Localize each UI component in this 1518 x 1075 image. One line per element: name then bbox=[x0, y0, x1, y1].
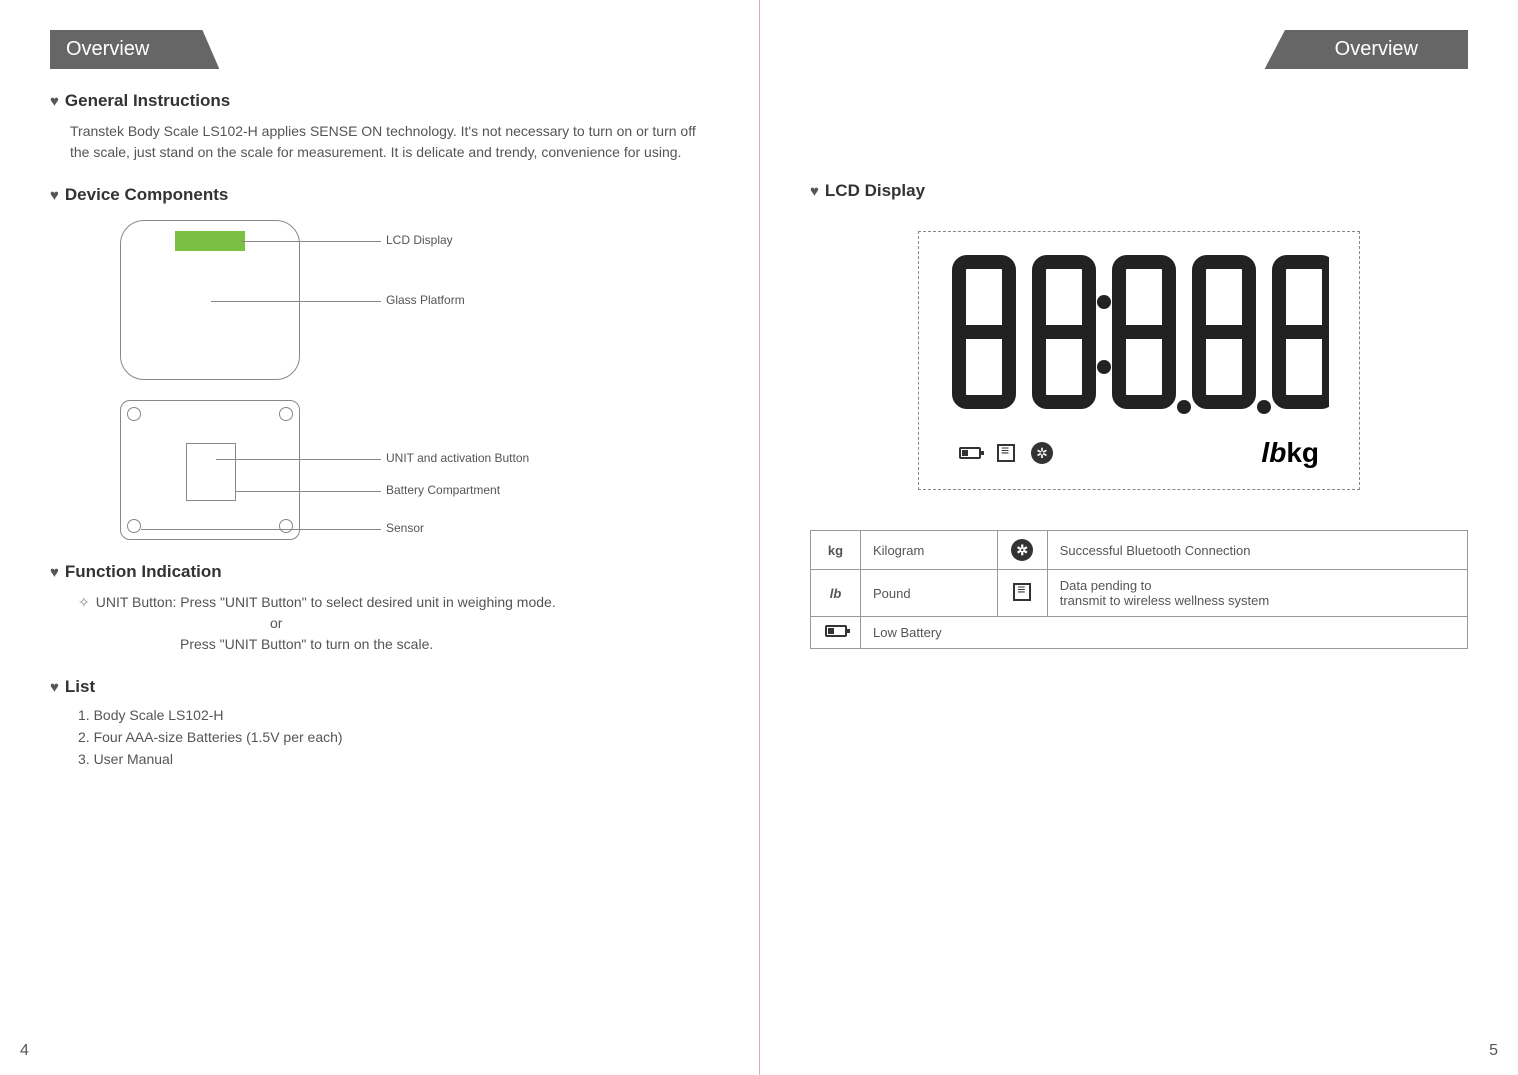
callout-unit-button: UNIT and activation Button bbox=[386, 451, 529, 465]
foot-icon bbox=[127, 407, 141, 421]
unit-lb-label: lb bbox=[1261, 437, 1286, 468]
data-pending-icon bbox=[1013, 583, 1031, 601]
data-pending-icon bbox=[997, 444, 1015, 462]
table-row: Low Battery bbox=[811, 617, 1468, 649]
legend-icon-battery bbox=[811, 617, 861, 649]
legend-text-bt: Successful Bluetooth Connection bbox=[1047, 531, 1467, 570]
heading-device-components: Device Components bbox=[50, 185, 709, 205]
legend-icon-bt: ✲ bbox=[997, 531, 1047, 570]
legend-icon-kg: kg bbox=[811, 531, 861, 570]
page-number-left: 4 bbox=[20, 1042, 29, 1060]
callout-sensor: Sensor bbox=[386, 521, 424, 535]
list-item: 3. User Manual bbox=[78, 751, 709, 767]
callout-battery: Battery Compartment bbox=[386, 483, 500, 497]
bluetooth-icon: ✲ bbox=[1011, 539, 1033, 561]
battery-icon bbox=[959, 447, 981, 459]
list-item: 1. Body Scale LS102-H bbox=[78, 707, 709, 723]
function-or: or bbox=[270, 613, 709, 634]
device-bottom-view: UNIT and activation Button Battery Compa… bbox=[120, 400, 300, 540]
legend-text-data: Data pending totransmit to wireless well… bbox=[1047, 570, 1467, 617]
page-right: Overview LCD Display bbox=[759, 0, 1518, 1075]
section-tab-right: Overview bbox=[1265, 30, 1468, 69]
table-row: lb Pound Data pending totransmit to wire… bbox=[811, 570, 1468, 617]
lcd-box bbox=[175, 231, 245, 251]
heading-general-instructions: General Instructions bbox=[50, 91, 709, 111]
heading-list: List bbox=[50, 677, 709, 697]
list-item: 2. Four AAA-size Batteries (1.5V per eac… bbox=[78, 729, 709, 745]
legend-icon-data bbox=[997, 570, 1047, 617]
heading-lcd-display: LCD Display bbox=[810, 181, 1468, 201]
legend-text-lb: Pound bbox=[861, 570, 998, 617]
table-row: kg Kilogram ✲ Successful Bluetooth Conne… bbox=[811, 531, 1468, 570]
lcd-display-diagram: ✲ lbkg bbox=[810, 231, 1468, 490]
page-left: Overview General Instructions Transtek B… bbox=[0, 0, 759, 1075]
section-tab-left: Overview bbox=[50, 30, 219, 69]
page-number-right: 5 bbox=[1489, 1042, 1498, 1060]
foot-icon bbox=[279, 519, 293, 533]
callout-lcd: LCD Display bbox=[386, 233, 453, 247]
legend-text-battery: Low Battery bbox=[861, 617, 1468, 649]
unit-kg-label: kg bbox=[1286, 437, 1319, 468]
bluetooth-icon: ✲ bbox=[1031, 442, 1053, 464]
legend-icon-lb: lb bbox=[811, 570, 861, 617]
function-line1: UNIT Button: Press "UNIT Button" to sele… bbox=[78, 592, 709, 613]
foot-icon bbox=[127, 519, 141, 533]
seven-segment-digits bbox=[949, 252, 1329, 422]
legend-text-kg: Kilogram bbox=[861, 531, 998, 570]
device-top-view: LCD Display Glass Platform bbox=[120, 220, 300, 380]
general-instructions-text: Transtek Body Scale LS102-H applies SENS… bbox=[70, 121, 709, 163]
legend-table: kg Kilogram ✲ Successful Bluetooth Conne… bbox=[810, 530, 1468, 649]
device-diagram: LCD Display Glass Platform UNIT and acti… bbox=[120, 220, 709, 540]
heading-function-indication: Function Indication bbox=[50, 562, 709, 582]
function-line2: Press "UNIT Button" to turn on the scale… bbox=[180, 634, 709, 655]
callout-glass: Glass Platform bbox=[386, 293, 465, 307]
lcd-screen: ✲ lbkg bbox=[918, 231, 1360, 490]
foot-icon bbox=[279, 407, 293, 421]
battery-icon bbox=[825, 625, 847, 637]
battery-compartment-box bbox=[186, 443, 236, 501]
